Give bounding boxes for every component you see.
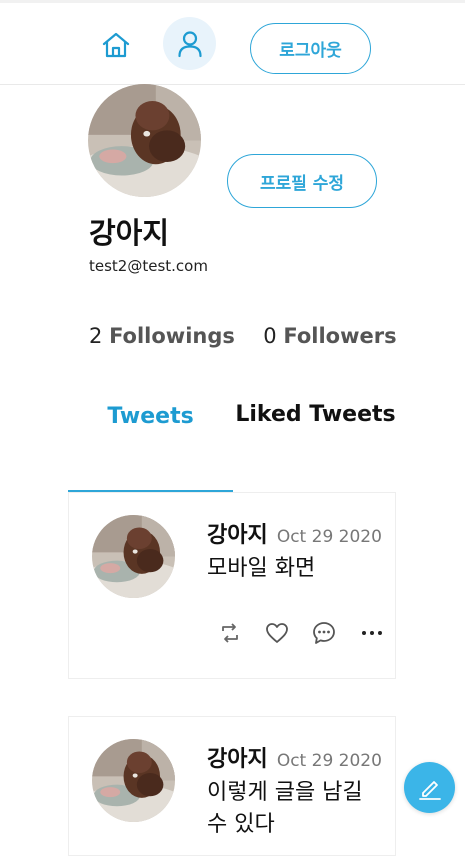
heart-icon xyxy=(266,623,288,643)
tweet-text: 모바일 화면 xyxy=(207,556,316,581)
followers-label[interactable]: Followers xyxy=(283,324,396,348)
tweet-avatar[interactable] xyxy=(92,739,175,822)
follow-stats: 2 Followings 0 Followers xyxy=(89,324,397,348)
tweet-card[interactable]: 강아지 Oct 29 2020 모바일 화면 xyxy=(68,492,396,679)
profile-link[interactable] xyxy=(163,17,216,70)
home-icon xyxy=(102,32,130,58)
comment-icon xyxy=(313,622,335,644)
user-icon xyxy=(177,30,202,57)
tweet-avatar[interactable] xyxy=(92,515,175,598)
more-button[interactable] xyxy=(359,620,385,646)
tab-liked-tweets[interactable]: Liked Tweets xyxy=(233,395,398,434)
profile-avatar xyxy=(88,84,201,197)
tweet-author-name[interactable]: 강아지 xyxy=(207,747,268,772)
tab-tweets[interactable]: Tweets xyxy=(68,397,233,436)
tweet-card[interactable]: 강아지 Oct 29 2020 이렇게 글을 남길 수 있다 xyxy=(68,716,396,856)
profile-tabs: Tweets Liked Tweets xyxy=(68,395,398,492)
tweet-text: 이렇게 글을 남길 수 있다 xyxy=(207,780,363,837)
profile-name: 강아지 xyxy=(89,216,170,250)
tweet-date: Oct 29 2020 xyxy=(276,527,382,547)
comment-button[interactable] xyxy=(311,620,337,646)
retweet-icon xyxy=(222,623,238,643)
followings-label[interactable]: Followings xyxy=(109,324,235,348)
profile-email: test2@test.com xyxy=(89,257,208,275)
pencil-icon xyxy=(418,780,441,800)
tweet-actions xyxy=(217,620,387,646)
top-navigation: 로그아웃 xyxy=(0,3,465,85)
tweet-date: Oct 29 2020 xyxy=(276,751,382,771)
followers-count: 0 xyxy=(263,324,277,348)
edit-profile-button[interactable]: 프로필 수정 xyxy=(227,154,377,208)
logout-button[interactable]: 로그아웃 xyxy=(250,23,371,74)
more-icon xyxy=(362,631,382,635)
followings-count: 2 xyxy=(89,324,103,348)
tweet-author-name[interactable]: 강아지 xyxy=(207,523,268,548)
compose-tweet-button[interactable] xyxy=(404,762,455,813)
like-button[interactable] xyxy=(264,620,290,646)
retweet-button[interactable] xyxy=(217,620,243,646)
home-link[interactable] xyxy=(98,27,134,63)
